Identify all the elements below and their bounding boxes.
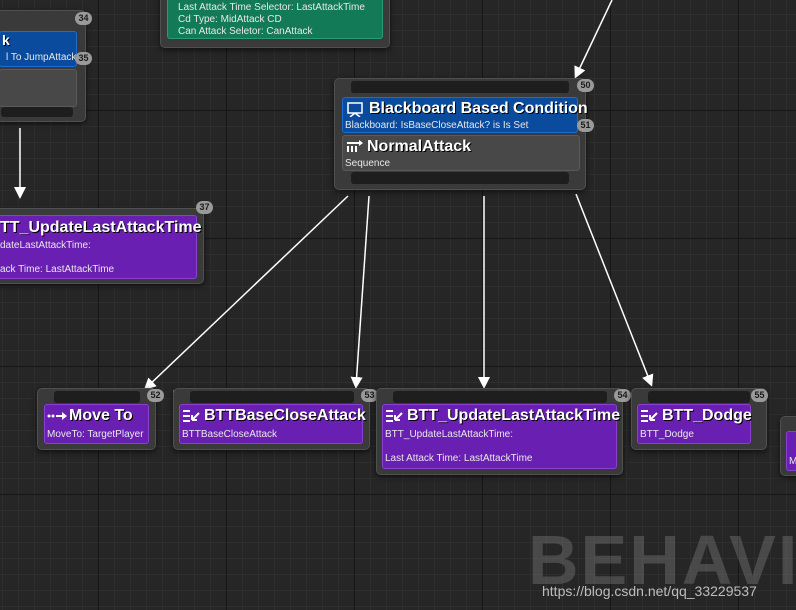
service-line-2: Cd Type: MidAttack CD — [178, 14, 282, 25]
link-top-to-center — [574, 0, 613, 79]
node-index-badge: 50 — [577, 79, 594, 92]
composite-type: Sequence — [345, 158, 391, 169]
task-description: BTT_UpdateLastAttackTime: — [385, 429, 514, 440]
task-title: BTT_UpdateLastAttackTime — [407, 407, 621, 424]
output-pin[interactable] — [1, 107, 73, 117]
task-blueprint-icon — [386, 410, 403, 422]
node-index-badge: 54 — [614, 389, 631, 402]
blackboard-icon — [347, 102, 363, 117]
task-node-dodge[interactable]: 55 BTT_Dodge BTT_Dodge — [631, 388, 768, 450]
task-description: BTTBaseCloseAttack — [182, 429, 278, 440]
task-description: M — [789, 456, 796, 467]
decorator-description: Blackboard: IsBaseCloseAttack? is Is Set — [345, 120, 529, 131]
decorator-row[interactable]: k l To JumpAttack — [0, 31, 77, 67]
decorator-blackboard-condition[interactable]: Blackboard Based Condition Blackboard: I… — [342, 97, 588, 133]
task-body[interactable]: TT_UpdateLastAttackTime dateLastAttackTi… — [0, 215, 202, 279]
input-pin[interactable] — [648, 391, 750, 403]
sequence-node-normal-attack[interactable]: 50 Blackboard Based Condition Blackboard… — [334, 78, 594, 190]
task-node-right-edge[interactable]: M — [780, 416, 796, 476]
task-body[interactable]: BTTBaseCloseAttack BTTBaseCloseAttack — [179, 404, 366, 444]
service-line-3: Can Attack Seletor: CanAttack — [178, 26, 313, 37]
task-node-move-to[interactable]: 52 Move To MoveTo: TargetPlayer — [37, 388, 164, 450]
node-index-badge: 37 — [196, 201, 213, 214]
decorator-title: Blackboard Based Condition — [369, 100, 588, 117]
service-node-top[interactable]: Last Attack Time Selector: LastAttackTim… — [160, 0, 390, 48]
input-pin[interactable] — [190, 391, 354, 403]
service-body[interactable]: Last Attack Time Selector: LastAttackTim… — [167, 0, 383, 39]
output-pin[interactable] — [351, 172, 569, 184]
task-title: BTTBaseCloseAttack — [204, 407, 366, 424]
task-title: Move To — [69, 407, 133, 424]
node-index-badge: 55 — [751, 389, 768, 402]
sequence-icon — [347, 140, 363, 152]
task-blueprint-icon — [641, 410, 658, 422]
task-node-update-last-attack-time[interactable]: 54 BTT_UpdateLastAttackTime BTT_UpdateLa… — [376, 388, 631, 475]
node-index-badge: 34 — [75, 12, 92, 25]
link-center-to-dodge — [575, 193, 654, 387]
input-pin[interactable] — [351, 81, 569, 93]
task-title: BTT_Dodge — [662, 407, 752, 424]
task-description: MoveTo: TargetPlayer — [47, 429, 144, 440]
task-description: BTT_Dodge — [640, 429, 694, 440]
input-pin[interactable] — [54, 391, 140, 403]
composite-sequence[interactable]: NormalAttack Sequence — [342, 135, 580, 171]
task-body[interactable]: BTT_Dodge BTT_Dodge — [637, 404, 752, 444]
task-title: TT_UpdateLastAttackTime — [0, 219, 202, 236]
selector-node-top-left[interactable]: 34 k l To JumpAttack 35 — [0, 10, 92, 122]
task-body[interactable]: BTT_UpdateLastAttackTime BTT_UpdateLastA… — [382, 404, 621, 469]
composite-row[interactable] — [0, 69, 77, 107]
decorator-sub: l To JumpAttack — [6, 52, 77, 63]
task-node-base-close-attack[interactable]: 53 BTTBaseCloseAttack BTTBaseCloseAttack — [173, 388, 378, 450]
task-blueprint-icon — [183, 410, 200, 422]
task-body[interactable]: Move To MoveTo: TargetPlayer — [44, 404, 149, 444]
node-index-badge: 52 — [147, 389, 164, 402]
task-line-2: ack Time: LastAttackTime — [0, 264, 115, 275]
task-line-1: dateLastAttackTime: — [0, 240, 91, 251]
decorator-title: k — [2, 32, 10, 48]
decorator-index-badge: 51 — [577, 119, 594, 132]
source-url-watermark: https://blog.csdn.net/qq_33229537 — [542, 583, 757, 599]
decorator-index-badge: 35 — [75, 52, 92, 65]
service-line-1: Last Attack Time Selector: LastAttackTim… — [178, 2, 365, 13]
input-pin[interactable] — [393, 391, 607, 403]
task-body[interactable]: M — [786, 431, 796, 471]
link-center-to-closeattack — [350, 195, 370, 389]
move-to-icon — [47, 412, 67, 420]
composite-title: NormalAttack — [367, 138, 472, 155]
task-node-left-update[interactable]: 37 TT_UpdateLastAttackTime dateLastAttac… — [0, 201, 213, 284]
task-property: Last Attack Time: LastAttackTime — [385, 453, 533, 464]
